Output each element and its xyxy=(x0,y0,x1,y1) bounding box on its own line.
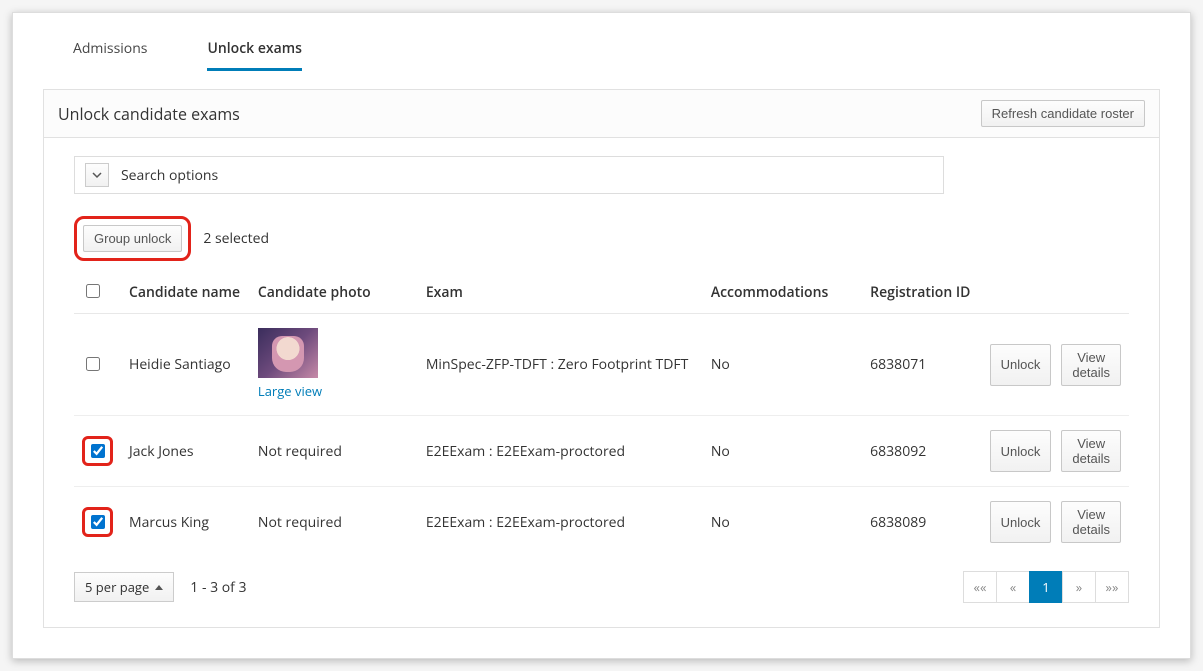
group-unlock-row: Group unlock 2 selected xyxy=(74,216,1129,261)
caret-up-icon xyxy=(155,585,163,590)
candidate-name: Heidie Santiago xyxy=(121,314,250,416)
header-photo: Candidate photo xyxy=(250,271,418,314)
selected-count: 2 selected xyxy=(203,229,269,248)
search-options-label: Search options xyxy=(121,166,218,185)
tab-unlock-exams[interactable]: Unlock exams xyxy=(207,33,301,71)
table-row: Marcus KingNot requiredE2EExam : E2EExam… xyxy=(74,487,1129,558)
row-checkbox[interactable] xyxy=(91,515,105,529)
candidate-table: Candidate name Candidate photo Exam Acco… xyxy=(74,271,1129,557)
unlock-button[interactable]: Unlock xyxy=(990,430,1052,472)
unlock-button[interactable]: Unlock xyxy=(990,501,1052,543)
accommodations: No xyxy=(703,487,862,558)
search-options-panel: Search options xyxy=(74,156,944,194)
accommodations: No xyxy=(703,416,862,487)
panel-header: Unlock candidate exams Refresh candidate… xyxy=(43,89,1160,138)
page-current[interactable]: 1 xyxy=(1029,571,1063,603)
row-checkbox[interactable] xyxy=(91,444,105,458)
panel-title: Unlock candidate exams xyxy=(58,103,240,125)
page-next[interactable]: » xyxy=(1062,571,1096,603)
page-first[interactable]: «« xyxy=(963,571,997,603)
page-last[interactable]: »» xyxy=(1095,571,1129,603)
large-view-link[interactable]: Large view xyxy=(258,382,322,400)
unlock-button[interactable]: Unlock xyxy=(990,344,1052,386)
candidate-photo-thumb xyxy=(258,328,318,378)
row-checkbox-highlight xyxy=(82,436,113,466)
group-unlock-highlight: Group unlock xyxy=(74,216,191,261)
registration-id: 6838089 xyxy=(862,487,982,558)
pagination: «« « 1 » »» xyxy=(963,571,1129,603)
range-label: 1 - 3 of 3 xyxy=(190,578,246,597)
photo-not-required: Not required xyxy=(250,416,418,487)
select-all-checkbox[interactable] xyxy=(86,284,100,298)
candidate-name: Jack Jones xyxy=(121,416,250,487)
header-name: Candidate name xyxy=(121,271,250,314)
expand-search-button[interactable] xyxy=(85,163,109,187)
row-checkbox[interactable] xyxy=(86,357,100,371)
chevron-down-icon xyxy=(92,170,102,180)
registration-id: 6838092 xyxy=(862,416,982,487)
refresh-roster-button[interactable]: Refresh candidate roster xyxy=(981,100,1145,127)
group-unlock-button[interactable]: Group unlock xyxy=(83,225,182,252)
header-exam: Exam xyxy=(418,271,703,314)
view-details-button[interactable]: View details xyxy=(1061,344,1121,386)
exam-name: MinSpec-ZFP-TDFT : Zero Footprint TDFT xyxy=(418,314,703,416)
view-details-button[interactable]: View details xyxy=(1061,430,1121,472)
per-page-dropdown[interactable]: 5 per page xyxy=(74,572,174,602)
header-accom: Accommodations xyxy=(703,271,862,314)
photo-not-required: Not required xyxy=(250,487,418,558)
per-page-label: 5 per page xyxy=(85,578,149,596)
exam-name: E2EExam : E2EExam-proctored xyxy=(418,416,703,487)
registration-id: 6838071 xyxy=(862,314,982,416)
tab-bar: Admissions Unlock exams xyxy=(43,33,1160,71)
page-prev[interactable]: « xyxy=(996,571,1030,603)
tab-admissions[interactable]: Admissions xyxy=(73,33,147,71)
candidate-name: Marcus King xyxy=(121,487,250,558)
header-reg: Registration ID xyxy=(862,271,982,314)
app-window: Admissions Unlock exams Unlock candidate… xyxy=(12,12,1191,659)
row-checkbox-highlight xyxy=(82,507,113,537)
table-row: Jack JonesNot requiredE2EExam : E2EExam-… xyxy=(74,416,1129,487)
table-row: Heidie Santiago Large view MinSpec-ZFP-TDF… xyxy=(74,314,1129,416)
exam-name: E2EExam : E2EExam-proctored xyxy=(418,487,703,558)
panel-body: Search options Group unlock 2 selected C… xyxy=(43,138,1160,628)
table-footer: 5 per page 1 - 3 of 3 «« « 1 » »» xyxy=(74,571,1129,603)
view-details-button[interactable]: View details xyxy=(1061,501,1121,543)
accommodations: No xyxy=(703,314,862,416)
